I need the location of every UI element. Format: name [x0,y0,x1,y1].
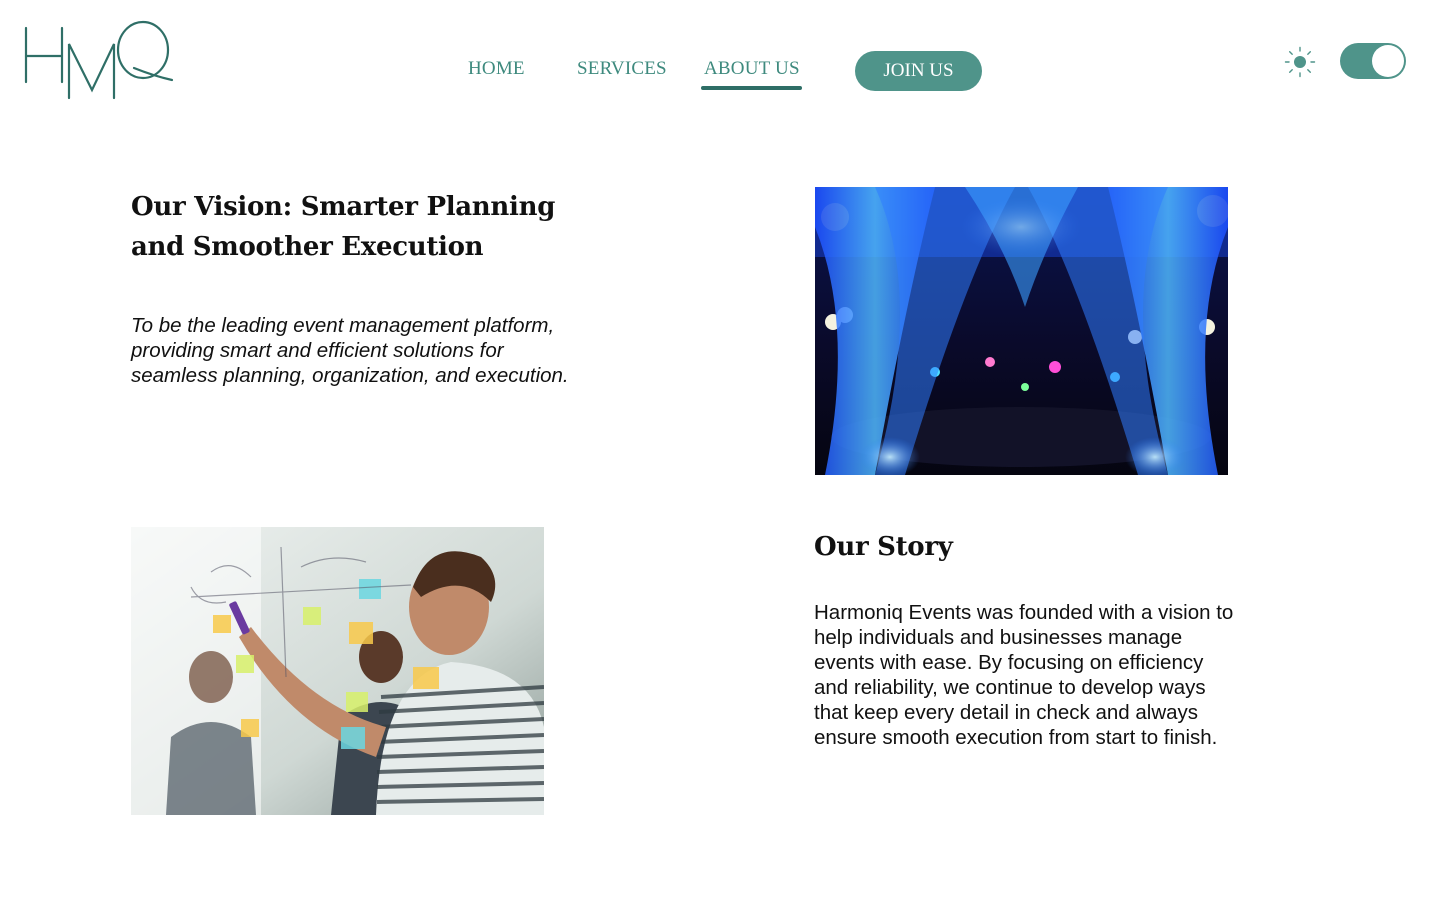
sun-icon[interactable] [1284,46,1316,78]
theme-toggle[interactable] [1340,43,1406,79]
team-planning-photo [131,527,544,815]
join-us-button[interactable]: JOIN US [855,51,982,91]
story-text: Harmoniq Events was founded with a visio… [814,601,1234,749]
nav-services-link[interactable]: SERVICES [577,58,667,80]
story-heading: Our Story [814,532,953,562]
toggle-knob [1372,45,1404,77]
hmq-logo-icon [24,20,174,100]
brand-logo[interactable] [22,18,174,104]
nav-about-us-link[interactable]: ABOUT US [704,58,800,80]
active-nav-indicator [701,86,802,90]
nav-home-link[interactable]: HOME [468,58,525,80]
vision-heading: Our Vision: Smarter Planning and Smoothe… [131,192,556,262]
vision-text: To be the leading event management platf… [131,314,569,387]
event-venue-photo [815,187,1228,475]
